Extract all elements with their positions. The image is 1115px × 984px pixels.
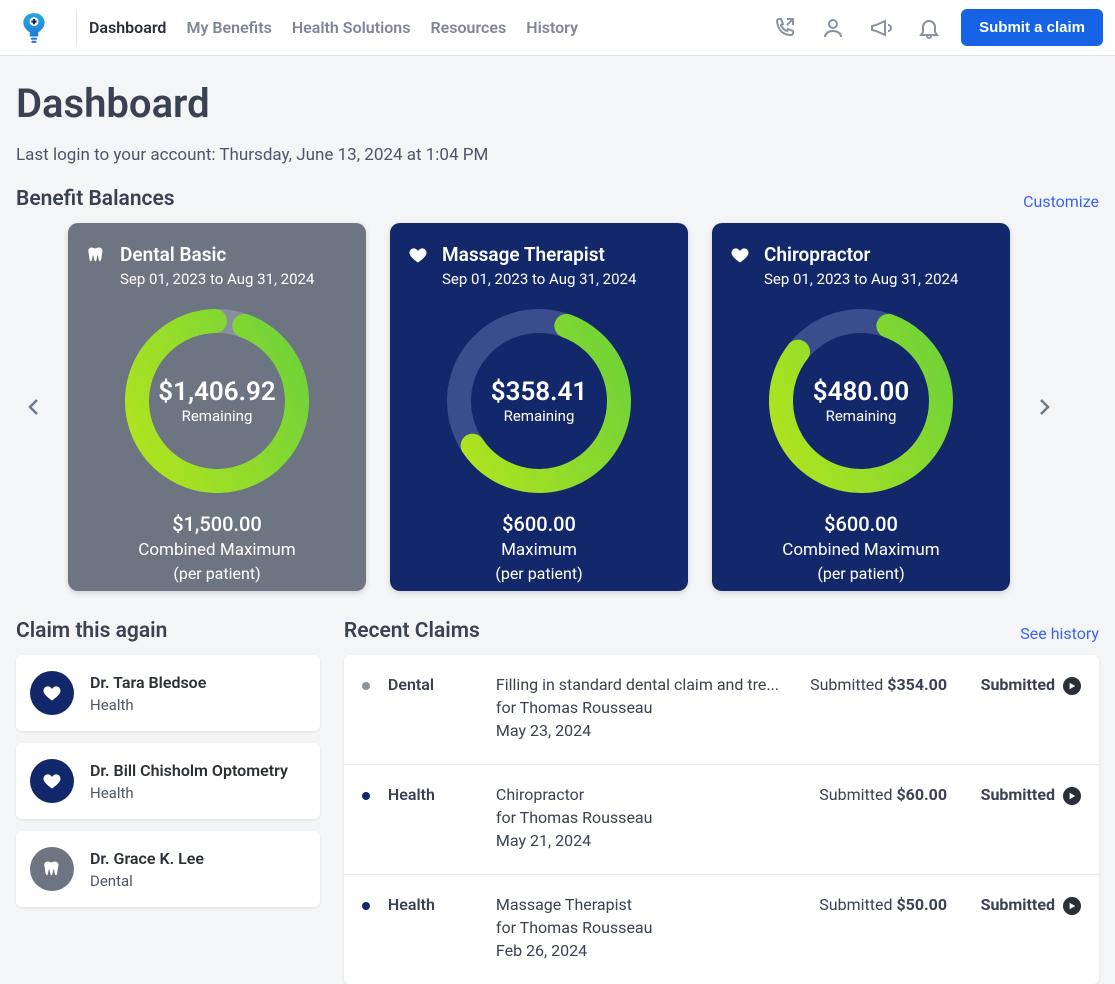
balance-max-label: Combined Maximum [138, 540, 295, 560]
status-dot [362, 902, 370, 910]
heart-icon [30, 759, 74, 803]
claim-description: Massage Therapist [496, 895, 779, 914]
heart-icon [30, 671, 74, 715]
claim-status-button[interactable]: Submitted [965, 895, 1081, 964]
claim-for: for Thomas Rousseau [496, 808, 779, 827]
play-icon [1063, 677, 1081, 695]
claim-category: Dental [388, 675, 478, 744]
claim-again-name: Dr. Tara Bledsoe [90, 673, 206, 692]
balance-note: (per patient) [495, 564, 582, 583]
nav-history[interactable]: History [526, 18, 578, 37]
last-login-text: Last login to your account: Thursday, Ju… [16, 145, 1099, 165]
balances-carousel: Dental Basic Sep 01, 2023 to Aug 31, 202… [16, 223, 1099, 591]
play-icon [1063, 897, 1081, 915]
claim-again-name: Dr. Bill Chisholm Optometry [90, 761, 288, 780]
nav-resources[interactable]: Resources [430, 18, 506, 37]
tooth-icon [86, 245, 108, 267]
claim-amount: Submitted $50.00 [797, 895, 947, 964]
see-history-link[interactable]: See history [1020, 624, 1099, 643]
claim-again-category: Health [90, 696, 206, 714]
carousel-prev-button[interactable] [16, 389, 52, 425]
balance-max-amount: $1,500.00 [172, 512, 262, 536]
balance-card[interactable]: Dental Basic Sep 01, 2023 to Aug 31, 202… [68, 223, 366, 591]
status-dot [362, 682, 370, 690]
claim-for: for Thomas Rousseau [496, 698, 779, 717]
balance-remaining-amount: $480.00 [813, 377, 910, 407]
balance-donut: $1,406.92 Remaining [122, 306, 312, 496]
claim-description: Chiropractor [496, 785, 779, 804]
balance-card[interactable]: Massage Therapist Sep 01, 2023 to Aug 31… [390, 223, 688, 591]
claim-description: Filling in standard dental claim and tre… [496, 675, 779, 694]
claim-row: Health Massage Therapist for Thomas Rous… [344, 875, 1099, 984]
claim-date: May 21, 2024 [496, 831, 779, 850]
balance-note: (per patient) [817, 564, 904, 583]
play-icon [1063, 787, 1081, 805]
topbar-icons [773, 16, 941, 40]
balance-max-amount: $600.00 [824, 512, 898, 536]
balance-card-title: Massage Therapist [442, 243, 636, 266]
balance-max-label: Maximum [501, 540, 577, 560]
megaphone-icon[interactable] [869, 16, 893, 40]
balance-remaining-label: Remaining [182, 407, 253, 425]
claim-again-category: Dental [90, 872, 204, 890]
balance-donut: $358.41 Remaining [444, 306, 634, 496]
balance-card-dates: Sep 01, 2023 to Aug 31, 2024 [442, 270, 636, 288]
claim-category: Health [388, 785, 478, 854]
balance-card[interactable]: Chiropractor Sep 01, 2023 to Aug 31, 202… [712, 223, 1010, 591]
balance-card-title: Chiropractor [764, 243, 958, 266]
balance-card-dates: Sep 01, 2023 to Aug 31, 2024 [764, 270, 958, 288]
claim-again-card[interactable]: Dr. Grace K. Lee Dental [16, 831, 320, 907]
claim-again-card[interactable]: Dr. Tara Bledsoe Health [16, 655, 320, 731]
claim-for: for Thomas Rousseau [496, 918, 779, 937]
balance-note: (per patient) [173, 564, 260, 583]
phone-icon[interactable] [773, 16, 797, 40]
benefit-balances-heading: Benefit Balances [16, 187, 175, 211]
balance-card-dates: Sep 01, 2023 to Aug 31, 2024 [120, 270, 314, 288]
top-bar: Dashboard My Benefits Health Solutions R… [0, 0, 1115, 56]
bell-icon[interactable] [917, 16, 941, 40]
claim-category: Health [388, 895, 478, 964]
status-dot [362, 792, 370, 800]
main-nav: Dashboard My Benefits Health Solutions R… [89, 18, 578, 37]
nav-my-benefits[interactable]: My Benefits [186, 18, 271, 37]
balance-max-label: Combined Maximum [782, 540, 939, 560]
balance-remaining-label: Remaining [826, 407, 897, 425]
claim-status-button[interactable]: Submitted [965, 785, 1081, 854]
claim-again-card[interactable]: Dr. Bill Chisholm Optometry Health [16, 743, 320, 819]
carousel-next-button[interactable] [1026, 389, 1062, 425]
user-icon[interactable] [821, 16, 845, 40]
claim-row: Health Chiropractor for Thomas Rousseau … [344, 765, 1099, 875]
tooth-icon [30, 847, 74, 891]
heart-icon [408, 245, 430, 267]
page-title: Dashboard [16, 80, 1099, 127]
nav-health-solutions[interactable]: Health Solutions [292, 18, 411, 37]
claim-again-heading: Claim this again [16, 619, 167, 643]
claim-row: Dental Filling in standard dental claim … [344, 655, 1099, 765]
claim-again-name: Dr. Grace K. Lee [90, 849, 204, 868]
customize-link[interactable]: Customize [1023, 192, 1099, 211]
balance-remaining-amount: $1,406.92 [158, 377, 275, 407]
heart-icon [730, 245, 752, 267]
balance-remaining-amount: $358.41 [491, 377, 588, 407]
claim-amount: Submitted $354.00 [797, 675, 947, 744]
claim-status-button[interactable]: Submitted [965, 675, 1081, 744]
nav-dashboard[interactable]: Dashboard [89, 18, 166, 37]
logo[interactable] [12, 6, 56, 50]
recent-claims-heading: Recent Claims [344, 619, 480, 643]
claim-date: May 23, 2024 [496, 721, 779, 740]
submit-claim-button[interactable]: Submit a claim [961, 9, 1103, 46]
balance-donut: $480.00 Remaining [766, 306, 956, 496]
claim-again-category: Health [90, 784, 288, 802]
balance-max-amount: $600.00 [502, 512, 576, 536]
claim-date: Feb 26, 2024 [496, 941, 779, 960]
claim-amount: Submitted $60.00 [797, 785, 947, 854]
balance-remaining-label: Remaining [504, 407, 575, 425]
balance-card-title: Dental Basic [120, 243, 314, 266]
divider [76, 10, 77, 46]
